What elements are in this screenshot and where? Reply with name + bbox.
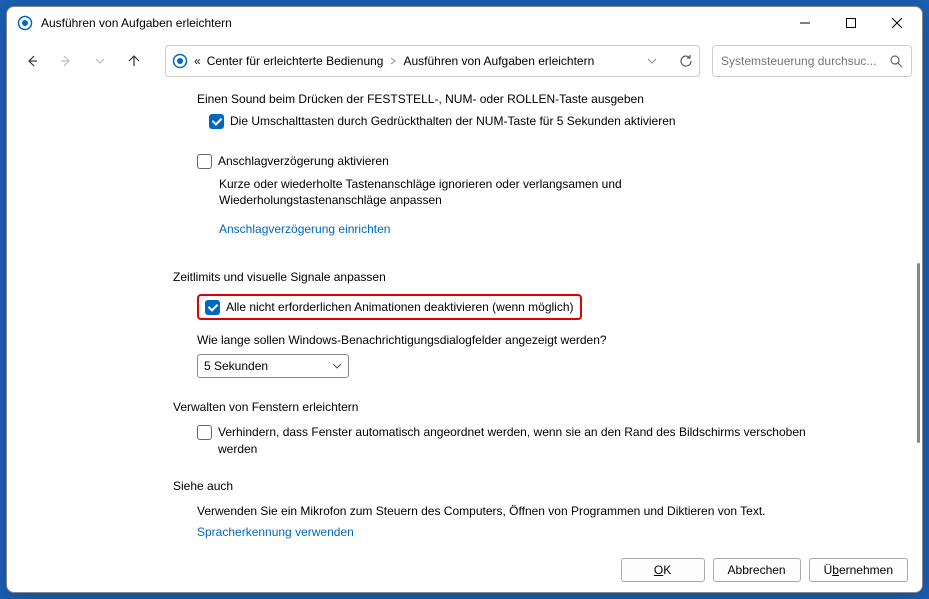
titlebar: Ausführen von Aufgaben erleichtern — [7, 7, 922, 39]
forward-button[interactable] — [51, 46, 81, 76]
breadcrumb-item[interactable]: Center für erleichterte Bedienung — [207, 54, 384, 68]
breadcrumb-icon — [172, 53, 188, 69]
checkbox-disable-animations[interactable] — [205, 300, 220, 315]
ok-button[interactable]: OK — [621, 558, 705, 582]
maximize-button[interactable] — [828, 8, 874, 38]
content-area: Einen Sound beim Drücken der FESTSTELL-,… — [7, 83, 922, 552]
apply-button[interactable]: Übernehmen — [809, 558, 908, 582]
footer: OK Abbrechen Übernehmen — [7, 552, 922, 592]
link-more-assistive-tech[interactable]: Informationen über weitere Hilfstechnolo… — [197, 551, 522, 552]
section-timelimits: Zeitlimits und visuelle Signale anpassen — [173, 270, 882, 284]
checkbox-filter-keys[interactable] — [197, 154, 212, 169]
window: Ausführen von Aufgaben erleichtern « — [6, 6, 923, 593]
recent-dropdown-icon[interactable] — [85, 46, 115, 76]
refresh-icon[interactable] — [679, 54, 693, 68]
filter-keys-description: Kurze oder wiederholte Tastenanschläge i… — [219, 176, 659, 208]
address-bar[interactable]: « Center für erleichterte Bedienung Ausf… — [165, 45, 700, 77]
app-icon — [17, 15, 33, 31]
back-button[interactable] — [17, 46, 47, 76]
toolbar: « Center für erleichterte Bedienung Ausf… — [7, 39, 922, 83]
section-manage-windows: Verwalten von Fenstern erleichtern — [173, 400, 882, 414]
see-also-text: Verwenden Sie ein Mikrofon zum Steuern d… — [197, 503, 827, 519]
chevron-right-icon[interactable] — [389, 57, 397, 65]
checkbox-prevent-auto-arrange[interactable] — [197, 425, 212, 440]
checkbox-label: Alle nicht erforderlichen Animationen de… — [226, 299, 574, 315]
scrollbar-thumb[interactable] — [917, 263, 920, 443]
link-filter-keys-setup[interactable]: Anschlagverzögerung einrichten — [219, 222, 390, 236]
link-speech-recognition[interactable]: Spracherkennung verwenden — [197, 525, 354, 539]
chevron-down-icon — [332, 361, 342, 371]
highlight-disable-animations: Alle nicht erforderlichen Animationen de… — [197, 294, 582, 320]
search-icon[interactable] — [889, 54, 903, 68]
cancel-button[interactable]: Abbrechen — [713, 558, 801, 582]
breadcrumb-prefix[interactable]: « — [194, 54, 201, 68]
search-box[interactable] — [712, 45, 912, 77]
minimize-button[interactable] — [782, 8, 828, 38]
close-button[interactable] — [874, 8, 920, 38]
toggle-keys-sound-label: Einen Sound beim Drücken der FESTSTELL-,… — [197, 91, 882, 107]
section-see-also: Siehe auch — [173, 479, 882, 493]
window-title: Ausführen von Aufgaben erleichtern — [41, 16, 782, 30]
notification-duration-label: Wie lange sollen Windows-Benachrichtigun… — [197, 332, 882, 348]
select-notification-duration[interactable]: 5 Sekunden — [197, 354, 349, 378]
search-input[interactable] — [721, 54, 883, 68]
up-button[interactable] — [119, 46, 149, 76]
checkbox-label: Verhindern, dass Fenster automatisch ang… — [218, 424, 838, 456]
select-value: 5 Sekunden — [204, 359, 268, 373]
breadcrumb-item[interactable]: Ausführen von Aufgaben erleichtern — [403, 54, 594, 68]
checkbox-toggle-keys-numlock[interactable] — [209, 114, 224, 129]
checkbox-label: Die Umschalttasten durch Gedrückthalten … — [230, 113, 676, 129]
chevron-down-icon[interactable] — [647, 56, 657, 66]
checkbox-label: Anschlagverzögerung aktivieren — [218, 153, 389, 169]
